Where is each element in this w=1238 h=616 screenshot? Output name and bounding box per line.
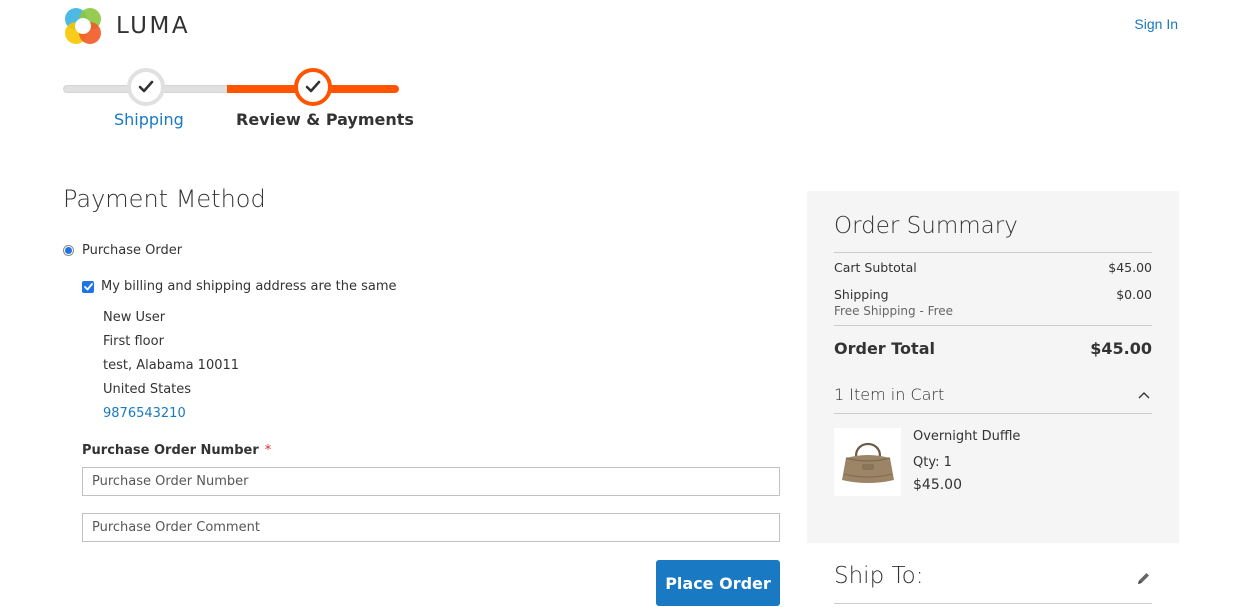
- address-name: New User: [103, 310, 166, 325]
- checkmark-icon: [138, 80, 154, 93]
- po-number-label: Purchase Order Number *: [82, 443, 271, 458]
- address-country: United States: [103, 382, 192, 397]
- order-summary: Order Summary Cart Subtotal $45.00 Shipp…: [807, 191, 1179, 543]
- same-address-checkbox[interactable]: [82, 280, 94, 293]
- billing-address: New User First floor test, Alabama 10011…: [103, 306, 239, 426]
- place-order-button[interactable]: Place Order: [656, 560, 780, 606]
- product-name: Overnight Duffle: [913, 429, 1021, 444]
- step-shipping-marker[interactable]: [127, 68, 165, 106]
- address-city-region-zip: test, Alabama 10011: [103, 358, 240, 373]
- shipping-method: Free Shipping - Free: [834, 304, 954, 318]
- duffle-bag-icon: [841, 442, 894, 483]
- pencil-edit-icon[interactable]: [1136, 571, 1151, 586]
- same-address-label[interactable]: My billing and shipping address are the …: [101, 279, 397, 294]
- order-summary-title: Order Summary: [834, 213, 1018, 239]
- divider: [834, 325, 1152, 326]
- purchase-order-radio[interactable]: [63, 245, 74, 256]
- ship-to-title: Ship To:: [834, 563, 924, 589]
- same-address-option[interactable]: My billing and shipping address are the …: [82, 279, 397, 294]
- shipping-row: Shipping $0.00: [834, 287, 1152, 302]
- cart-subtotal-label: Cart Subtotal: [834, 260, 917, 275]
- order-total-label: Order Total: [834, 339, 935, 358]
- sign-in-link[interactable]: Sign In: [1134, 16, 1178, 32]
- chevron-up-icon[interactable]: [1138, 391, 1150, 399]
- address-street: First floor: [103, 334, 164, 349]
- shipping-value: $0.00: [1116, 287, 1152, 302]
- po-number-input[interactable]: [82, 467, 780, 496]
- po-comment-input[interactable]: [82, 513, 780, 542]
- divider: [834, 252, 1152, 253]
- address-phone-link[interactable]: 9876543210: [103, 402, 239, 426]
- step-review-label: Review & Payments: [236, 110, 414, 129]
- product-thumbnail: [834, 428, 901, 496]
- order-total-value: $45.00: [1090, 339, 1152, 358]
- checkbox-check-icon: [83, 282, 93, 290]
- required-marker: *: [264, 443, 272, 458]
- logo-text: LUMA: [116, 13, 191, 39]
- cart-subtotal-row: Cart Subtotal $45.00: [834, 260, 1152, 275]
- shipping-label: Shipping: [834, 287, 889, 302]
- divider: [834, 603, 1152, 604]
- luma-logo[interactable]: LUMA: [63, 6, 190, 46]
- step-review-marker: [294, 68, 332, 106]
- cart-subtotal-value: $45.00: [1108, 260, 1152, 275]
- step-shipping-label[interactable]: Shipping: [114, 110, 184, 129]
- items-in-cart-label[interactable]: 1 Item in Cart: [834, 385, 944, 404]
- divider: [834, 413, 1152, 414]
- checkout-progress-bar: Shipping Review & Payments: [63, 66, 414, 129]
- items-in-cart-toggle[interactable]: 1 Item in Cart: [834, 385, 1152, 404]
- product-price: $45.00: [913, 477, 962, 493]
- product-qty: Qty: 1: [913, 455, 952, 470]
- luma-logo-icon: [65, 8, 101, 44]
- payment-method-title: Payment Method: [63, 185, 266, 213]
- order-total-row: Order Total $45.00: [834, 339, 1152, 358]
- po-number-label-text: Purchase Order Number: [82, 443, 259, 458]
- purchase-order-option[interactable]: Purchase Order: [63, 243, 182, 258]
- purchase-order-label[interactable]: Purchase Order: [82, 243, 182, 258]
- checkmark-icon: [305, 80, 321, 93]
